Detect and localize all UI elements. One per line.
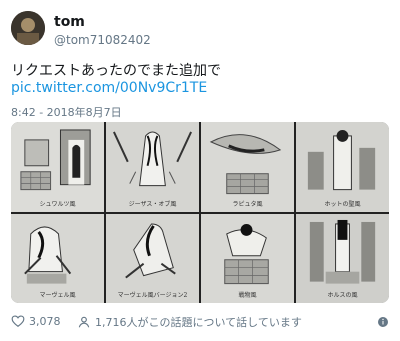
image-caption: ジーザス・オブ風	[128, 200, 177, 208]
image-panel[interactable]: マーヴェル風	[11, 213, 104, 303]
like-button[interactable]: 3,078	[11, 314, 61, 328]
avatar[interactable]	[11, 11, 45, 45]
heart-icon	[11, 315, 25, 327]
image-grid[interactable]: シュワルツ風 ジーザス・オブ風 ラピュタ風 ホットの聖風 マーヴェル風 マーヴェ…	[11, 122, 389, 303]
tweet-actions: 3,078 1,716人がこの話題について話しています	[11, 314, 389, 334]
image-panel[interactable]: シュワルツ風	[11, 122, 104, 212]
image-caption: 戦物風	[238, 292, 257, 299]
discussion-link[interactable]: 1,716人がこの話題について話しています	[77, 314, 302, 330]
user-handle[interactable]: @tom71082402	[54, 33, 151, 47]
discussion-text: 1,716人がこの話題について話しています	[95, 316, 302, 329]
image-caption: マーヴェル風	[39, 292, 76, 299]
image-caption: ラピュタ風	[232, 200, 263, 208]
user-name[interactable]: tom	[54, 14, 85, 30]
tweet-card: tom @tom71082402 リクエストあったのでまた追加で pic.twi…	[0, 0, 400, 341]
image-panel[interactable]: マーヴェル風バージョン2	[106, 213, 199, 303]
image-panel[interactable]: ジーザス・オブ風	[106, 122, 199, 212]
image-panel[interactable]: ラピュタ風	[201, 122, 294, 212]
avatar-image	[11, 11, 45, 45]
image-caption: マーヴェル風バージョン2	[117, 292, 188, 299]
like-count: 3,078	[29, 314, 61, 328]
tweet-text: リクエストあったのでまた追加で	[11, 63, 221, 79]
image-caption: シュワルツ風	[39, 200, 76, 208]
person-icon	[78, 316, 90, 328]
tweet-timestamp[interactable]: 8:42 - 2018年8月7日	[11, 104, 122, 120]
image-panel[interactable]: ホットの聖風	[296, 122, 389, 212]
image-panel[interactable]: ホルスの風	[296, 213, 389, 303]
image-caption: ホットの聖風	[324, 200, 361, 208]
tweet-link[interactable]: pic.twitter.com/00Nv9Cr1TE	[11, 80, 207, 96]
image-caption: ホルスの風	[327, 292, 358, 299]
image-panel[interactable]: 戦物風	[201, 213, 294, 303]
info-icon[interactable]	[377, 316, 389, 328]
